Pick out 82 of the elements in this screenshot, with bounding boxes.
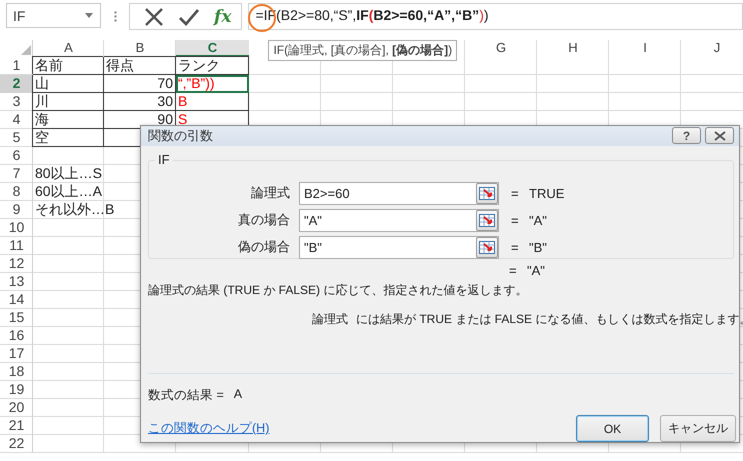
table-cell[interactable]: 得点 [104,57,176,75]
function-result: "A" [527,262,545,278]
table-cell[interactable]: 空 [33,129,104,147]
table-cell[interactable]: 海 [33,111,104,129]
column-header[interactable]: C [176,40,249,57]
table-cell[interactable]: 60以上…A [33,183,104,201]
formula-result-label: 数式の結果 = [148,387,224,404]
row-header[interactable]: 15 [0,309,33,327]
argument-result: TRUE [529,186,564,201]
table-cell[interactable]: それ以外…B [33,201,116,219]
row-header[interactable]: 8 [0,183,33,201]
range-select-icon [479,240,495,254]
row-header[interactable]: 9 [0,201,33,219]
row-header[interactable]: 20 [0,399,33,417]
row-header[interactable]: 22 [0,435,33,453]
equals-sign: = [511,240,520,255]
column-header[interactable]: I [609,40,681,57]
row-header[interactable]: 4 [0,111,33,129]
argument-result: "B" [529,240,547,255]
collapse-button[interactable] [476,210,498,231]
ok-button[interactable]: OK [576,415,649,442]
table-cell[interactable]: ランク [176,57,249,75]
row-header[interactable]: 1 [0,57,33,75]
collapse-button[interactable] [476,236,498,258]
cancel-button[interactable]: キャンセル [660,415,736,442]
argument-field[interactable]: B2>=60 [299,182,499,205]
dialog-title: 関数の引数 [148,126,214,145]
argument-name: 論理式 [312,311,348,328]
row-header[interactable]: 13 [0,273,33,291]
table-cell[interactable]: 山 [33,75,104,93]
row-header[interactable]: 18 [0,363,33,381]
row-header[interactable]: 19 [0,381,33,399]
table-cell[interactable]: 名前 [33,57,104,75]
argument-field[interactable]: "B" [299,236,499,259]
row-header[interactable]: 5 [0,129,33,147]
row-header[interactable]: 11 [0,237,33,255]
help-link[interactable]: この関数のヘルプ(H) [148,420,270,437]
row-header[interactable]: 16 [0,327,33,345]
close-icon [714,130,726,141]
check-icon[interactable] [178,6,200,26]
row-header[interactable]: 6 [0,147,33,165]
formula-result-value: A [234,387,242,403]
range-select-icon [479,186,495,200]
column-header[interactable]: J [681,40,743,57]
argument-result: "A" [529,212,547,228]
table-cell[interactable]: 70 [104,75,176,93]
grip-icon [114,11,117,22]
row-header[interactable]: 17 [0,345,33,363]
equals-sign: = [511,186,520,201]
row-header[interactable]: 14 [0,291,33,309]
collapse-button[interactable] [476,182,498,204]
table-cell[interactable]: B [176,93,249,111]
column-header[interactable]: B [104,40,176,57]
row-header[interactable]: 3 [0,93,33,111]
range-select-icon [479,214,495,227]
close-button[interactable] [705,127,734,144]
help-button[interactable]: ? [672,127,701,144]
column-header[interactable]: A [33,40,104,57]
column-header[interactable]: H [537,40,609,57]
row-header[interactable]: 7 [0,165,33,183]
argument-label: 偽の場合 [237,238,290,256]
table-cell[interactable]: 80以上…S [33,165,104,183]
row-header[interactable]: 10 [0,219,33,237]
row-header[interactable]: 12 [0,255,33,273]
argument-label: 真の場合 [237,211,290,230]
argument-description: には結果が TRUE または FALSE になる値、もしくは数式を指定します。 [356,311,743,328]
column-header[interactable]: G [465,40,537,57]
table-cell[interactable]: 30 [104,93,176,111]
caret-icon [85,13,93,18]
table-cell[interactable]: 川 [33,93,104,111]
name-box[interactable]: IF [6,3,101,28]
function-tooltip: IF(論理式, [真の場合], [偽の場合]) [268,40,458,61]
insert-function-button[interactable]: fx [214,6,232,26]
row-header[interactable]: 2 [0,75,33,93]
argument-field[interactable]: "A" [299,208,499,232]
function-description: 論理式の結果 (TRUE か FALSE) に応じて、指定された値を返します。 [147,282,528,299]
equals-sign: = [511,212,520,228]
table-cell[interactable]: “,”B”)) [176,75,249,93]
equals-sign: = [509,262,518,278]
argument-label: 論理式 [250,184,290,202]
row-header[interactable]: 21 [0,417,33,435]
cancel-icon[interactable] [144,6,164,26]
